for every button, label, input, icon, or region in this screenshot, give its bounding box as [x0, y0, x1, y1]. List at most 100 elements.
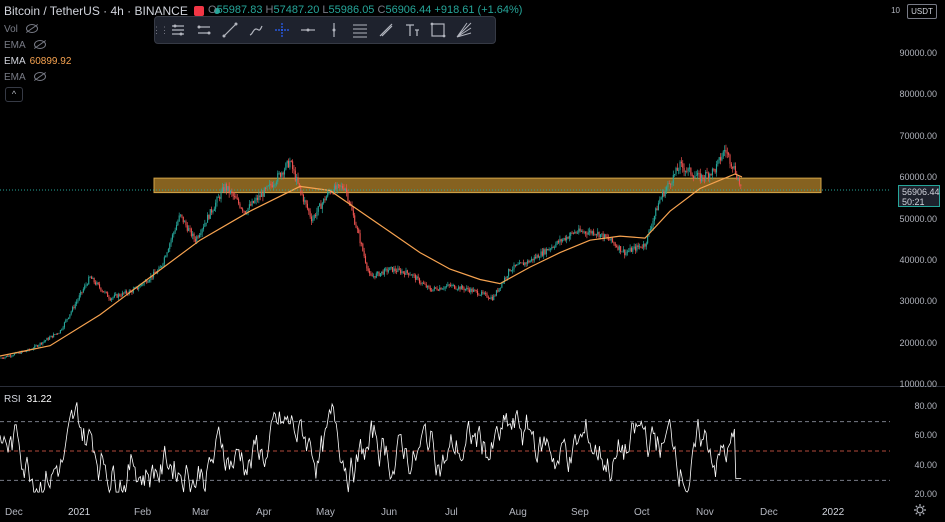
candle-body	[208, 214, 210, 219]
time-tick: May	[316, 507, 335, 518]
candle-body	[82, 289, 84, 293]
candle-body	[371, 275, 373, 277]
indicator-ema-1[interactable]: EMA	[4, 40, 46, 51]
rectangle-icon[interactable]	[425, 19, 451, 41]
candle-body	[463, 288, 465, 291]
candle-body	[477, 290, 479, 295]
candle-body	[162, 263, 164, 267]
candle-body	[501, 282, 503, 288]
candle-body	[552, 246, 554, 248]
horizontal-ray-icon[interactable]	[295, 19, 321, 41]
candle-body	[567, 236, 569, 239]
candle-body	[74, 303, 76, 308]
candle-body	[200, 233, 202, 235]
candle-body	[558, 240, 560, 243]
candle-body	[687, 168, 689, 172]
candle-body	[39, 342, 41, 346]
candle-body	[236, 198, 238, 200]
rsi-legend[interactable]: RSI 31.22	[4, 394, 52, 405]
candle-body	[450, 285, 452, 286]
indicator-ema-3[interactable]: EMA	[4, 72, 46, 83]
candle-body	[406, 270, 408, 273]
trend-line-icon[interactable]	[217, 19, 243, 41]
time-tick: Dec	[760, 507, 778, 518]
candle-body	[347, 192, 349, 201]
candle-body	[525, 262, 527, 264]
candle-body	[609, 239, 611, 241]
price-chart[interactable]	[0, 0, 945, 518]
brush-icon[interactable]	[243, 19, 269, 41]
candle-body	[680, 161, 682, 164]
candle-body	[205, 222, 207, 224]
candle-body	[50, 335, 52, 338]
candle-body	[389, 267, 391, 271]
candle-body	[304, 200, 306, 202]
parallel-lines-icon[interactable]	[191, 19, 217, 41]
flag-icon[interactable]	[193, 6, 204, 16]
candle-body	[595, 234, 597, 236]
candle-body	[421, 282, 423, 284]
candle-body	[290, 160, 292, 162]
candle-body	[296, 177, 298, 181]
candle-body	[481, 291, 483, 295]
candle-body	[634, 246, 637, 251]
candle-body	[92, 277, 94, 279]
candle-body	[420, 282, 422, 284]
hidden-eye-icon[interactable]	[25, 24, 38, 33]
candle-body	[431, 290, 433, 292]
fib-retracement-icon[interactable]	[347, 19, 373, 41]
candle-body	[416, 276, 418, 280]
indicator-vol[interactable]: Vol	[4, 24, 38, 35]
crosshair-icon[interactable]	[269, 19, 295, 41]
candle-body	[660, 197, 662, 200]
candle-body	[551, 246, 553, 249]
candle-body	[374, 276, 376, 278]
candle-body	[352, 210, 354, 216]
candle-body	[405, 270, 407, 275]
candle-body	[293, 169, 295, 171]
candle-body	[189, 228, 191, 230]
candle-body	[281, 172, 283, 177]
hidden-eye-icon[interactable]	[33, 72, 46, 81]
candle-body	[424, 283, 426, 285]
cursor-icon[interactable]	[165, 19, 191, 41]
candle-body	[301, 191, 303, 195]
candle-body	[591, 231, 593, 234]
candle-body	[705, 172, 707, 179]
collapse-indicators-button[interactable]: ^	[5, 87, 23, 102]
settings-gear-icon[interactable]	[913, 503, 927, 517]
candle-body	[675, 167, 677, 174]
vertical-line-icon[interactable]	[321, 19, 347, 41]
candle-body	[55, 333, 57, 335]
candle-body	[486, 293, 488, 298]
price-tick: 40000.00	[899, 254, 937, 265]
candle-body	[258, 195, 260, 200]
drag-handle-icon[interactable]: ⋮⋮	[152, 20, 169, 40]
candle-body	[498, 288, 500, 292]
candle-body	[112, 297, 114, 299]
hidden-eye-icon[interactable]	[33, 40, 46, 49]
candle-body	[111, 298, 113, 301]
candle-body	[428, 285, 430, 288]
candle-body	[583, 231, 585, 233]
candle-body	[327, 192, 329, 197]
candle-body	[254, 200, 256, 203]
candle-body	[587, 232, 589, 235]
candle-body	[358, 229, 360, 234]
candle-body	[76, 301, 78, 304]
candle-body	[714, 169, 716, 173]
gann-fan-icon[interactable]	[451, 19, 477, 41]
candle-body	[564, 238, 566, 241]
candle-body	[460, 285, 462, 290]
pitchfork-icon[interactable]	[373, 19, 399, 41]
indicator-ema-2[interactable]: EMA 60899.92	[4, 56, 71, 67]
candle-body	[505, 277, 507, 279]
candle-body	[471, 288, 473, 292]
candle-body	[116, 294, 118, 298]
currency-badge[interactable]: USDT	[907, 4, 937, 19]
text-icon[interactable]	[399, 19, 425, 41]
candle-body	[289, 160, 291, 168]
candle-body	[181, 214, 183, 217]
candle-body	[451, 285, 453, 286]
candle-body	[328, 191, 330, 193]
